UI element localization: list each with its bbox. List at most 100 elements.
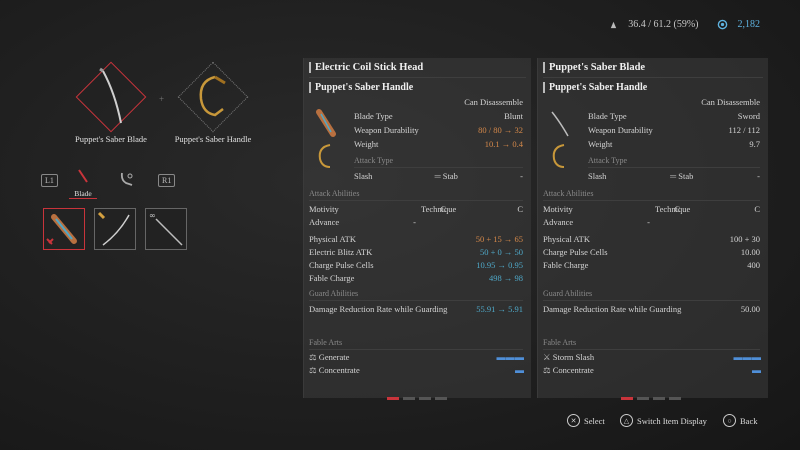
hint-select-label: Select bbox=[584, 415, 605, 426]
left-attack-type-row: Slash ═ Stab - bbox=[354, 171, 523, 181]
left-attack-abilities-header: Attack Abilities bbox=[309, 189, 360, 198]
divider bbox=[543, 300, 760, 301]
divider bbox=[543, 200, 760, 201]
status-bar: 36.4 / 61.2 (59%) 2,182 bbox=[609, 19, 760, 30]
right-panel-title: Puppet's Saber Blade bbox=[543, 62, 645, 73]
ergo-icon bbox=[717, 19, 728, 30]
inventory-slot-coil-head[interactable] bbox=[43, 208, 85, 250]
handle-part-icon bbox=[318, 144, 331, 168]
divider bbox=[309, 300, 523, 301]
right-weight-row: Weight 9.7 bbox=[588, 139, 760, 149]
hint-select[interactable]: ✕ Select bbox=[567, 414, 605, 427]
tab-handle[interactable] bbox=[118, 170, 136, 193]
assembly-blade[interactable]: Puppet's Saber Blade bbox=[61, 61, 161, 144]
left-art2-row: ⚖ Concentrate ▬ bbox=[309, 365, 524, 375]
left-fable-arts-header: Fable Arts bbox=[309, 338, 343, 347]
left-elec-row: Electric Blitz ATK 50 + 0 → 50 bbox=[309, 247, 523, 257]
right-phys-row: Physical ATK 100 + 30 bbox=[543, 234, 760, 244]
hint-back[interactable]: ○ Back bbox=[723, 414, 757, 427]
inventory-slot-rod[interactable]: ∞ bbox=[145, 208, 187, 250]
right-technique-row: Technique C bbox=[655, 204, 760, 214]
divider bbox=[309, 349, 523, 350]
scales-icon: ⚖ bbox=[309, 352, 317, 362]
blade-tab-icon bbox=[78, 169, 88, 183]
compare-panel-right: Puppet's Saber Blade Puppet's Saber Hand… bbox=[537, 58, 768, 400]
left-dmg-red-row: Damage Reduction Rate while Guarding 55.9… bbox=[309, 304, 523, 314]
right-fable-arts-header: Fable Arts bbox=[543, 338, 577, 347]
divider bbox=[354, 167, 523, 168]
saber-handle-icon bbox=[199, 75, 226, 117]
handle-name: Puppet's Saber Handle bbox=[174, 134, 252, 144]
art-gauge-3: ▬ ▬ ▬ bbox=[496, 352, 524, 362]
right-can-disassemble: Can Disassemble bbox=[701, 97, 760, 107]
hint-switch-label: Switch Item Display bbox=[637, 415, 707, 426]
divider bbox=[309, 200, 523, 201]
weight-capacity: 36.4 / 61.2 (59%) bbox=[628, 19, 699, 31]
right-advance-row: Advance - bbox=[543, 217, 650, 227]
right-attack-type-row: Slash ═ Stab - bbox=[588, 171, 760, 181]
tab-blade[interactable]: Blade bbox=[69, 168, 97, 199]
divider bbox=[309, 77, 526, 78]
left-fable-row: Fable Charge 498 → 98 bbox=[309, 273, 523, 283]
tab-blade-label: Blade bbox=[74, 189, 92, 198]
right-durability-row: Weapon Durability 112 / 112 bbox=[588, 125, 760, 135]
right-attack-abilities-header: Attack Abilities bbox=[543, 189, 594, 198]
blade-name: Puppet's Saber Blade bbox=[75, 134, 147, 144]
hint-back-label: Back bbox=[740, 415, 758, 426]
tab-active-indicator bbox=[69, 198, 97, 199]
weight-icon bbox=[609, 19, 618, 30]
scales-icon: ⚖ bbox=[543, 365, 551, 375]
left-art1-row: ⚖ Generate ▬ ▬ ▬ bbox=[309, 352, 524, 362]
left-guard-header: Guard Abilities bbox=[309, 289, 359, 298]
left-panel-title: Electric Coil Stick Head bbox=[309, 62, 423, 73]
assembly-handle[interactable]: Puppet's Saber Handle bbox=[163, 61, 263, 144]
blade-slot-frame bbox=[75, 61, 147, 133]
right-cells-row: Charge Pulse Cells 10.00 bbox=[543, 247, 760, 257]
inventory-slot-saber-blade[interactable] bbox=[94, 208, 136, 250]
l1-button[interactable]: L1 bbox=[41, 174, 58, 187]
right-page-indicator bbox=[621, 387, 685, 405]
rod-blade-icon: ∞ bbox=[149, 211, 183, 246]
handle-tab-icon bbox=[120, 172, 133, 186]
right-fable-row: Fable Charge 400 bbox=[543, 260, 760, 270]
right-art2-row: ⚖ Concentrate ▬ bbox=[543, 365, 761, 375]
saber-blade-small-icon bbox=[97, 211, 130, 246]
right-art1-row: ⚔ Storm Slash ▬ ▬ ▬ bbox=[543, 352, 761, 362]
art-gauge-1: ▬ bbox=[515, 365, 524, 375]
right-dmg-red-row: Damage Reduction Rate while Guarding 50.0… bbox=[543, 304, 760, 314]
divider bbox=[588, 167, 760, 168]
hint-switch-display[interactable]: △ Switch Item Display bbox=[620, 414, 707, 427]
left-cells-row: Charge Pulse Cells 10.95 → 0.95 bbox=[309, 260, 523, 270]
cross-button-icon: ✕ bbox=[567, 414, 580, 427]
scales-icon: ⚖ bbox=[309, 365, 317, 375]
left-weight-row: Weight 10.1 → 0.4 bbox=[354, 139, 523, 149]
left-page-indicator bbox=[387, 387, 451, 405]
handle-part-icon bbox=[552, 144, 565, 168]
right-attack-type-header: Attack Type bbox=[588, 156, 628, 165]
left-attack-type-header: Attack Type bbox=[354, 156, 394, 165]
handle-slot-frame bbox=[177, 61, 249, 133]
art-gauge-3: ▬ ▬ ▬ bbox=[733, 352, 761, 362]
ergo-count: 2,182 bbox=[737, 19, 761, 31]
electric-coil-stick-head-icon bbox=[46, 214, 77, 245]
crossed-swords-icon: ⚔ bbox=[543, 352, 551, 362]
left-phys-row: Physical ATK 50 + 15 → 65 bbox=[309, 234, 523, 244]
svg-text:∞: ∞ bbox=[149, 211, 156, 220]
divider bbox=[543, 77, 763, 78]
art-gauge-1: ▬ bbox=[752, 365, 761, 375]
saber-blade-part-icon bbox=[551, 111, 569, 137]
divider bbox=[543, 349, 760, 350]
triangle-button-icon: △ bbox=[620, 414, 633, 427]
r1-button[interactable]: R1 bbox=[158, 174, 176, 187]
left-technique-row: Technique C bbox=[421, 204, 523, 214]
saber-blade-icon bbox=[99, 67, 122, 124]
left-advance-row: Advance - bbox=[309, 217, 416, 227]
circle-button-icon: ○ bbox=[723, 414, 736, 427]
right-blade-type-row: Blade Type Sword bbox=[588, 111, 760, 121]
left-blade-type-row: Blade Type Blunt bbox=[354, 111, 523, 121]
right-panel-subtitle: Puppet's Saber Handle bbox=[543, 82, 647, 93]
left-durability-row: Weapon Durability 80 / 80 → 32 bbox=[354, 125, 523, 135]
left-panel-subtitle: Puppet's Saber Handle bbox=[309, 82, 413, 93]
coil-head-part-icon bbox=[316, 109, 336, 137]
compare-panel-left: Electric Coil Stick Head Puppet's Saber … bbox=[303, 58, 531, 400]
